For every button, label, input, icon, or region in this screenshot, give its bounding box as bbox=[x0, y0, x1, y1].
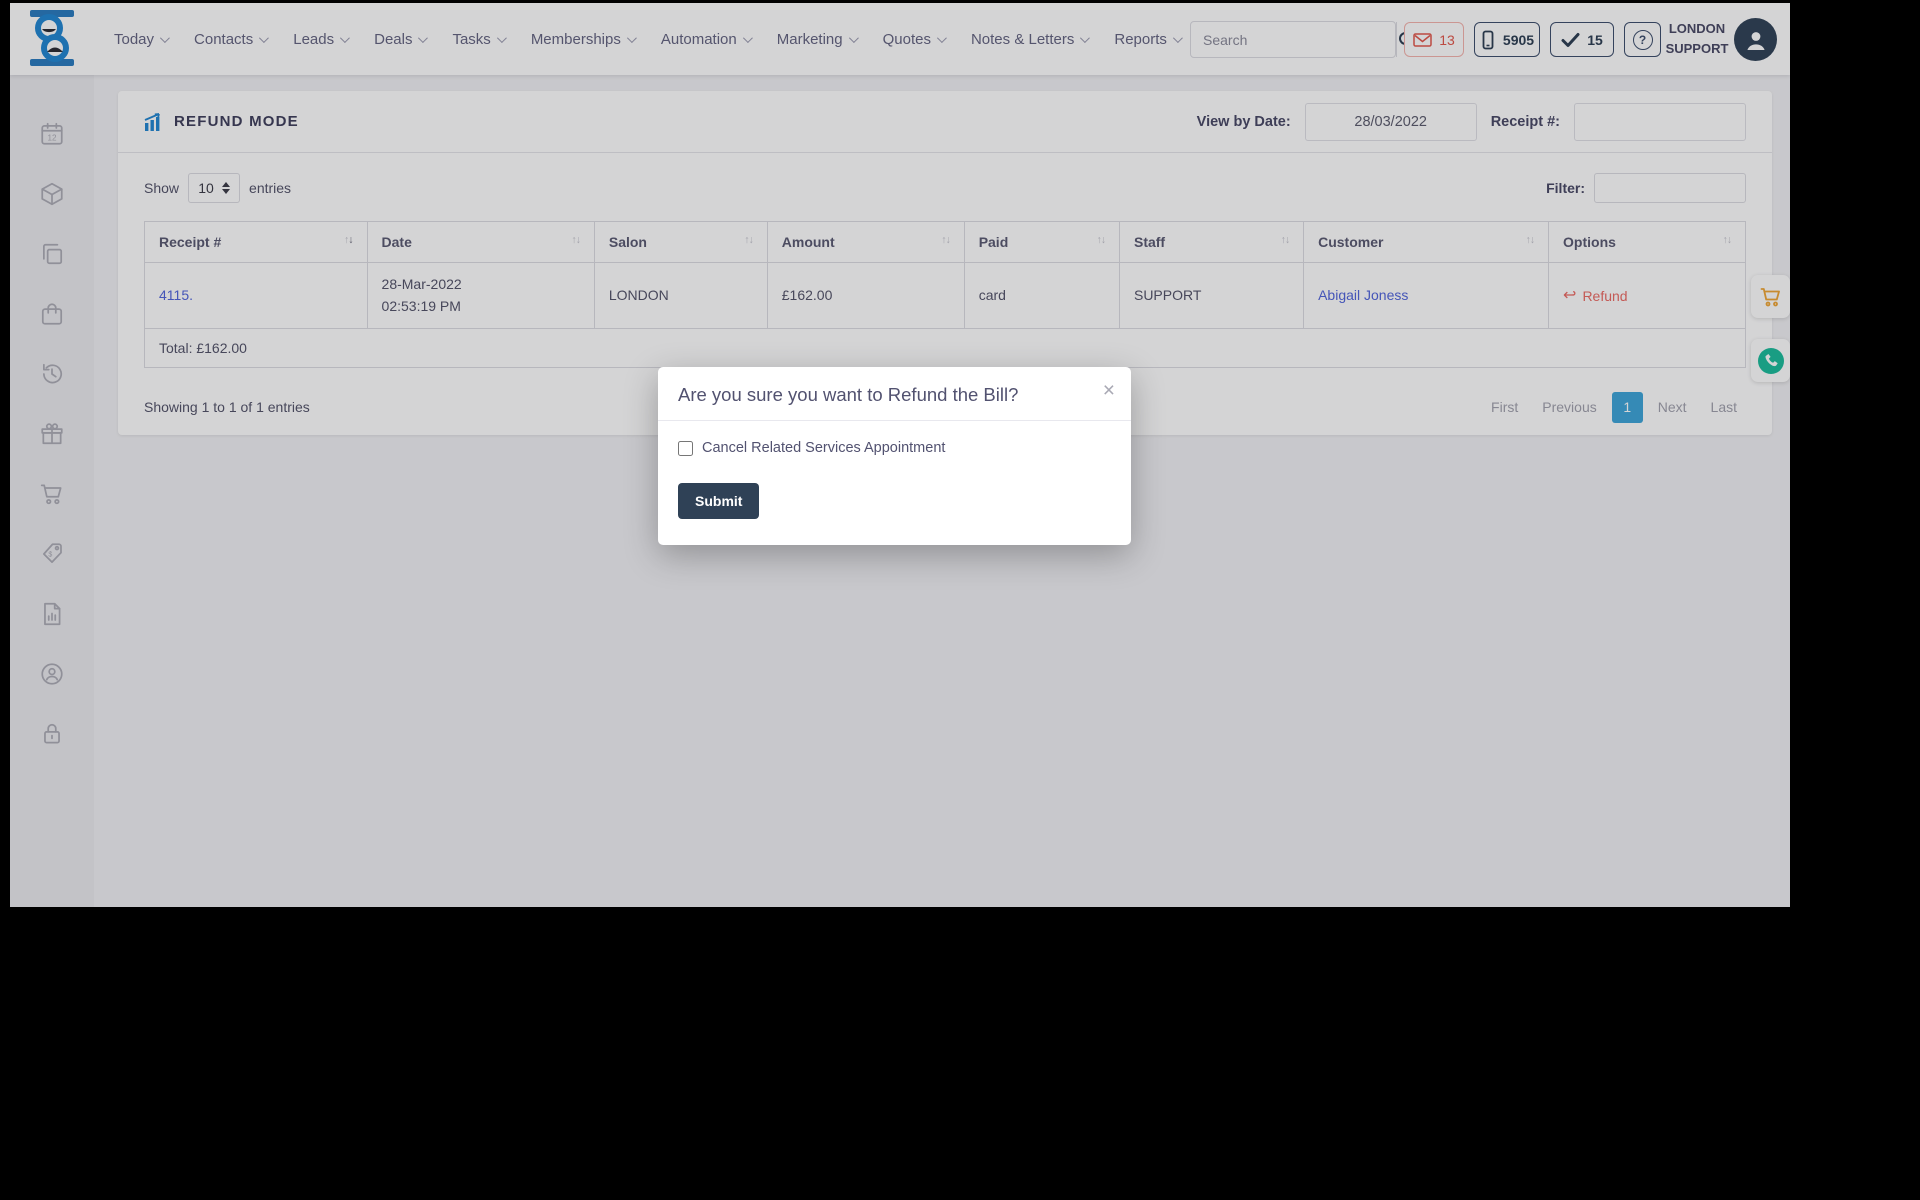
app-window: Today Contacts Leads Deals Tasks Members… bbox=[10, 3, 1790, 907]
refund-confirm-modal: Are you sure you want to Refund the Bill… bbox=[658, 367, 1131, 545]
modal-title: Are you sure you want to Refund the Bill… bbox=[678, 384, 1111, 406]
cancel-services-row: Cancel Related Services Appointment bbox=[678, 440, 1111, 456]
modal-header: Are you sure you want to Refund the Bill… bbox=[658, 367, 1131, 421]
submit-button[interactable]: Submit bbox=[678, 483, 759, 519]
close-icon[interactable]: × bbox=[1103, 380, 1115, 401]
modal-body: Cancel Related Services Appointment Subm… bbox=[658, 421, 1131, 545]
cancel-services-label: Cancel Related Services Appointment bbox=[702, 440, 945, 456]
cancel-services-checkbox[interactable] bbox=[678, 441, 693, 456]
